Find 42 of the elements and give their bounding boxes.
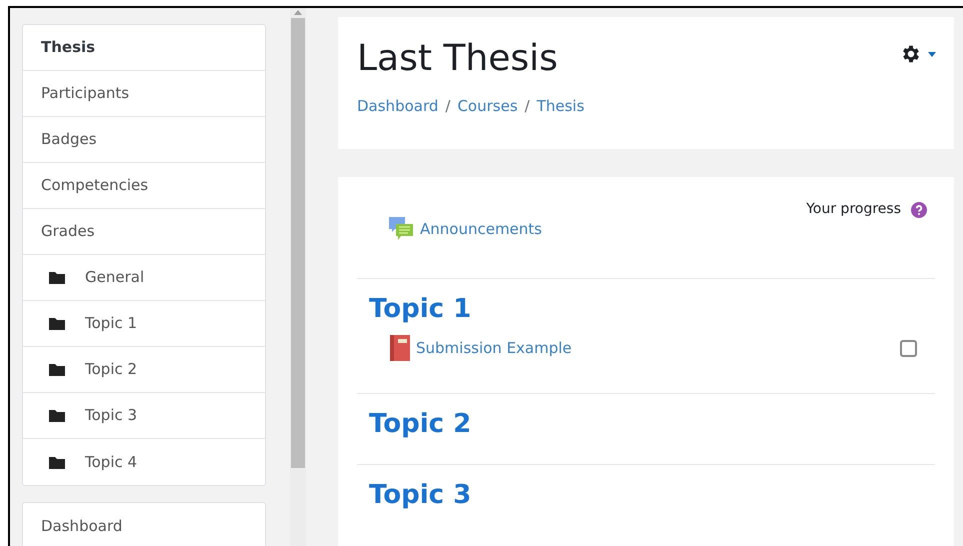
section-title[interactable]: Topic 2 [357, 406, 935, 442]
caret-icon [928, 52, 936, 56]
breadcrumb-separator: / [524, 96, 530, 117]
breadcrumb-separator: / [445, 96, 450, 117]
help-icon[interactable] [911, 202, 927, 218]
activity-link[interactable]: Announcements [420, 218, 542, 240]
section-title[interactable]: Topic 1 [357, 291, 935, 327]
chat-bubbles-icon [388, 216, 414, 242]
nav-item-label: Topic 2 [85, 359, 138, 380]
settings-menu-button[interactable] [900, 43, 936, 65]
breadcrumb-link[interactable]: Courses [457, 95, 518, 118]
folder-icon [49, 271, 65, 284]
grade-category-item[interactable]: General [23, 255, 265, 301]
grade-category-item[interactable]: Topic 1 [23, 301, 265, 347]
grade-category-item[interactable]: Topic 4 [23, 439, 265, 485]
nav-item[interactable]: Grades [23, 209, 265, 255]
nav-item-label: Topic 1 [85, 313, 138, 334]
folder-icon [49, 317, 65, 330]
breadcrumb-link[interactable]: Thesis [536, 95, 584, 118]
nav-item-label: Topic 4 [85, 452, 138, 473]
folder-icon [49, 363, 65, 376]
nav-item[interactable]: Competencies [23, 163, 265, 209]
activity-link[interactable]: Submission Example [416, 336, 572, 360]
nav-item-label: General [85, 267, 144, 288]
section-title[interactable]: Topic 3 [357, 477, 935, 513]
folder-icon [49, 409, 65, 422]
page-title: Last Thesis [357, 37, 558, 81]
completion-checkbox[interactable] [900, 340, 917, 356]
settings-icon [900, 43, 922, 65]
scroll-up-icon[interactable] [294, 10, 302, 15]
nav-item[interactable]: Participants [23, 71, 265, 117]
nav-item[interactable]: Dashboard [23, 503, 265, 546]
nav-item-label: Topic 3 [85, 405, 138, 426]
nav-item[interactable]: Badges [23, 117, 265, 163]
progress-label: Your progress [806, 200, 901, 219]
breadcrumb-link[interactable]: Dashboard [357, 95, 438, 118]
book-icon [390, 335, 410, 361]
grade-category-item[interactable]: Topic 2 [23, 347, 265, 393]
grade-category-item[interactable]: Topic 3 [23, 393, 265, 439]
nav-item[interactable]: Thesis [23, 25, 265, 71]
scrollbar-thumb[interactable] [291, 18, 305, 468]
folder-icon [49, 456, 65, 468]
